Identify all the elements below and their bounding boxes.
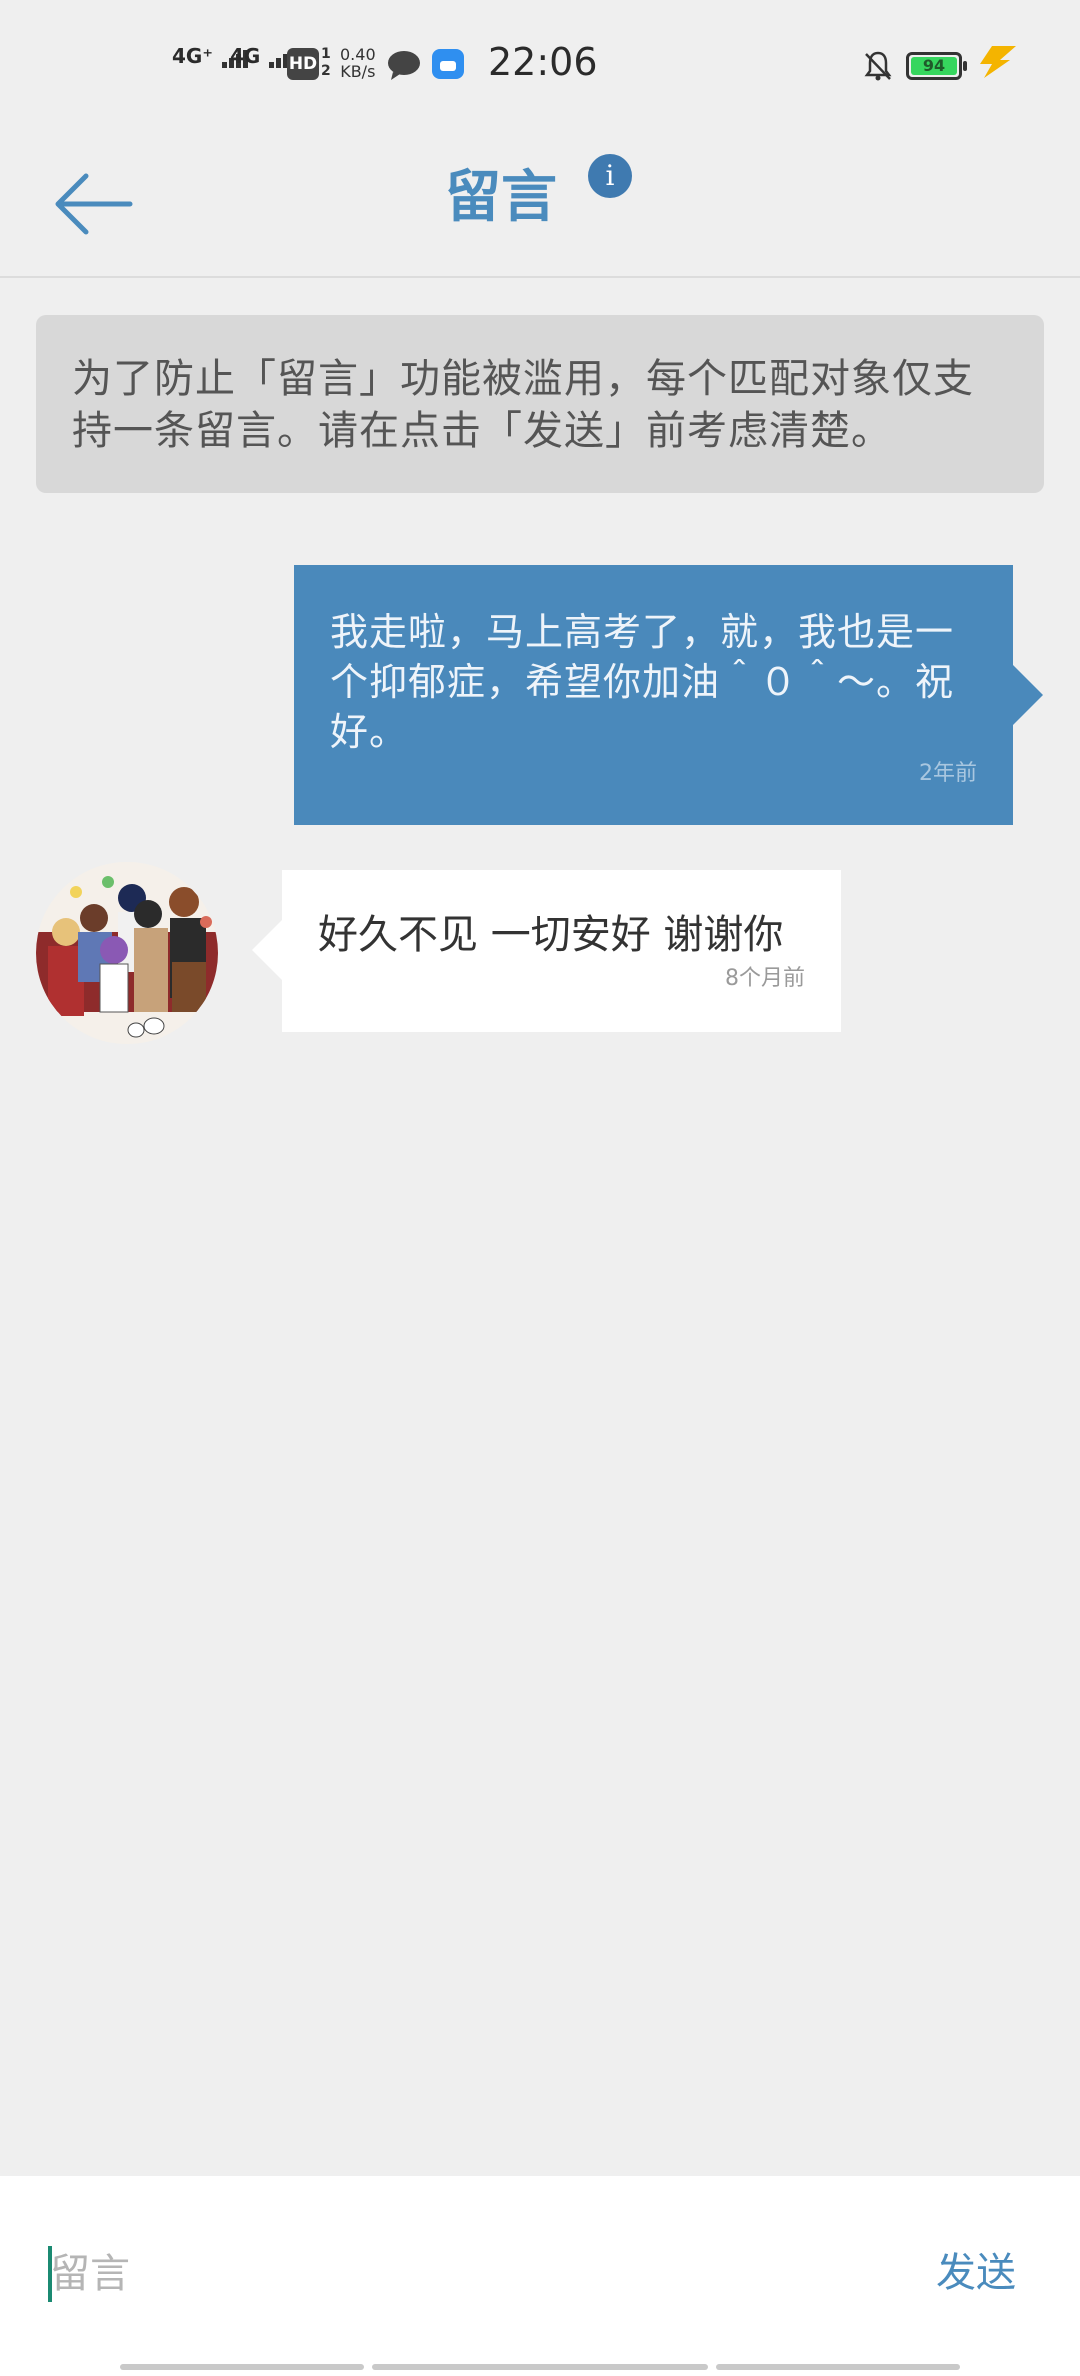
battery-icon: 94 <box>906 52 967 80</box>
avatar[interactable] <box>36 862 218 1044</box>
send-button[interactable]: 发送 <box>936 2240 1016 2298</box>
app-notification-icon <box>432 49 464 79</box>
message-page: 4G⁺ 4G HD 1 2 0.40 KB/s 22:06 94 留言 i 为了… <box>0 0 1080 2376</box>
notice-banner: 为了防止「留言」功能被滥用，每个匹配对象仅支持一条留言。请在点击「发送」前考虑清… <box>36 315 1044 493</box>
charging-icon <box>978 44 1018 84</box>
page-title: 留言 <box>445 165 557 230</box>
hd-voice-icon: HD <box>287 48 319 80</box>
message-timestamp: 8个月前 <box>725 966 805 991</box>
message-timestamp: 2年前 <box>919 761 977 786</box>
arrow-left-icon <box>55 173 133 235</box>
gesture-bar-segment <box>372 2364 708 2370</box>
bell-off-icon <box>862 50 894 86</box>
clock: 22:06 <box>488 40 598 84</box>
network-type-label: 4G <box>230 44 261 68</box>
network-speed-unit: KB/s <box>340 62 376 81</box>
message-text: 我走啦，马上高考了，就，我也是一个抑郁症，希望你加油＾０＾～。祝好。 <box>330 610 955 754</box>
app-header: 留言 <box>0 120 1080 278</box>
battery-level: 94 <box>911 57 957 75</box>
hd-voice-sims: 1 2 <box>321 46 331 80</box>
gesture-bar-segment <box>716 2364 960 2370</box>
info-icon[interactable]: i <box>588 154 632 198</box>
gesture-bar-segment <box>120 2364 364 2370</box>
message-input[interactable] <box>50 2238 890 2310</box>
message-bubble-sent: 我走啦，马上高考了，就，我也是一个抑郁症，希望你加油＾０＾～。祝好。 2年前 <box>294 565 1043 825</box>
hd-sim-bottom: 2 <box>321 63 331 79</box>
message-bubble-received: 好久不见 一切安好 谢谢你 8个月前 <box>252 870 841 1032</box>
network-type-label: 4G⁺ <box>172 44 213 68</box>
hd-sim-top: 1 <box>321 46 331 62</box>
network-speed: 0.40 KB/s <box>340 46 376 80</box>
back-button[interactable] <box>52 148 136 244</box>
chat-notification-icon <box>387 50 421 84</box>
status-bar: 4G⁺ 4G HD 1 2 0.40 KB/s 22:06 94 <box>0 0 1080 120</box>
compose-bar: 发送 <box>0 2176 1080 2376</box>
